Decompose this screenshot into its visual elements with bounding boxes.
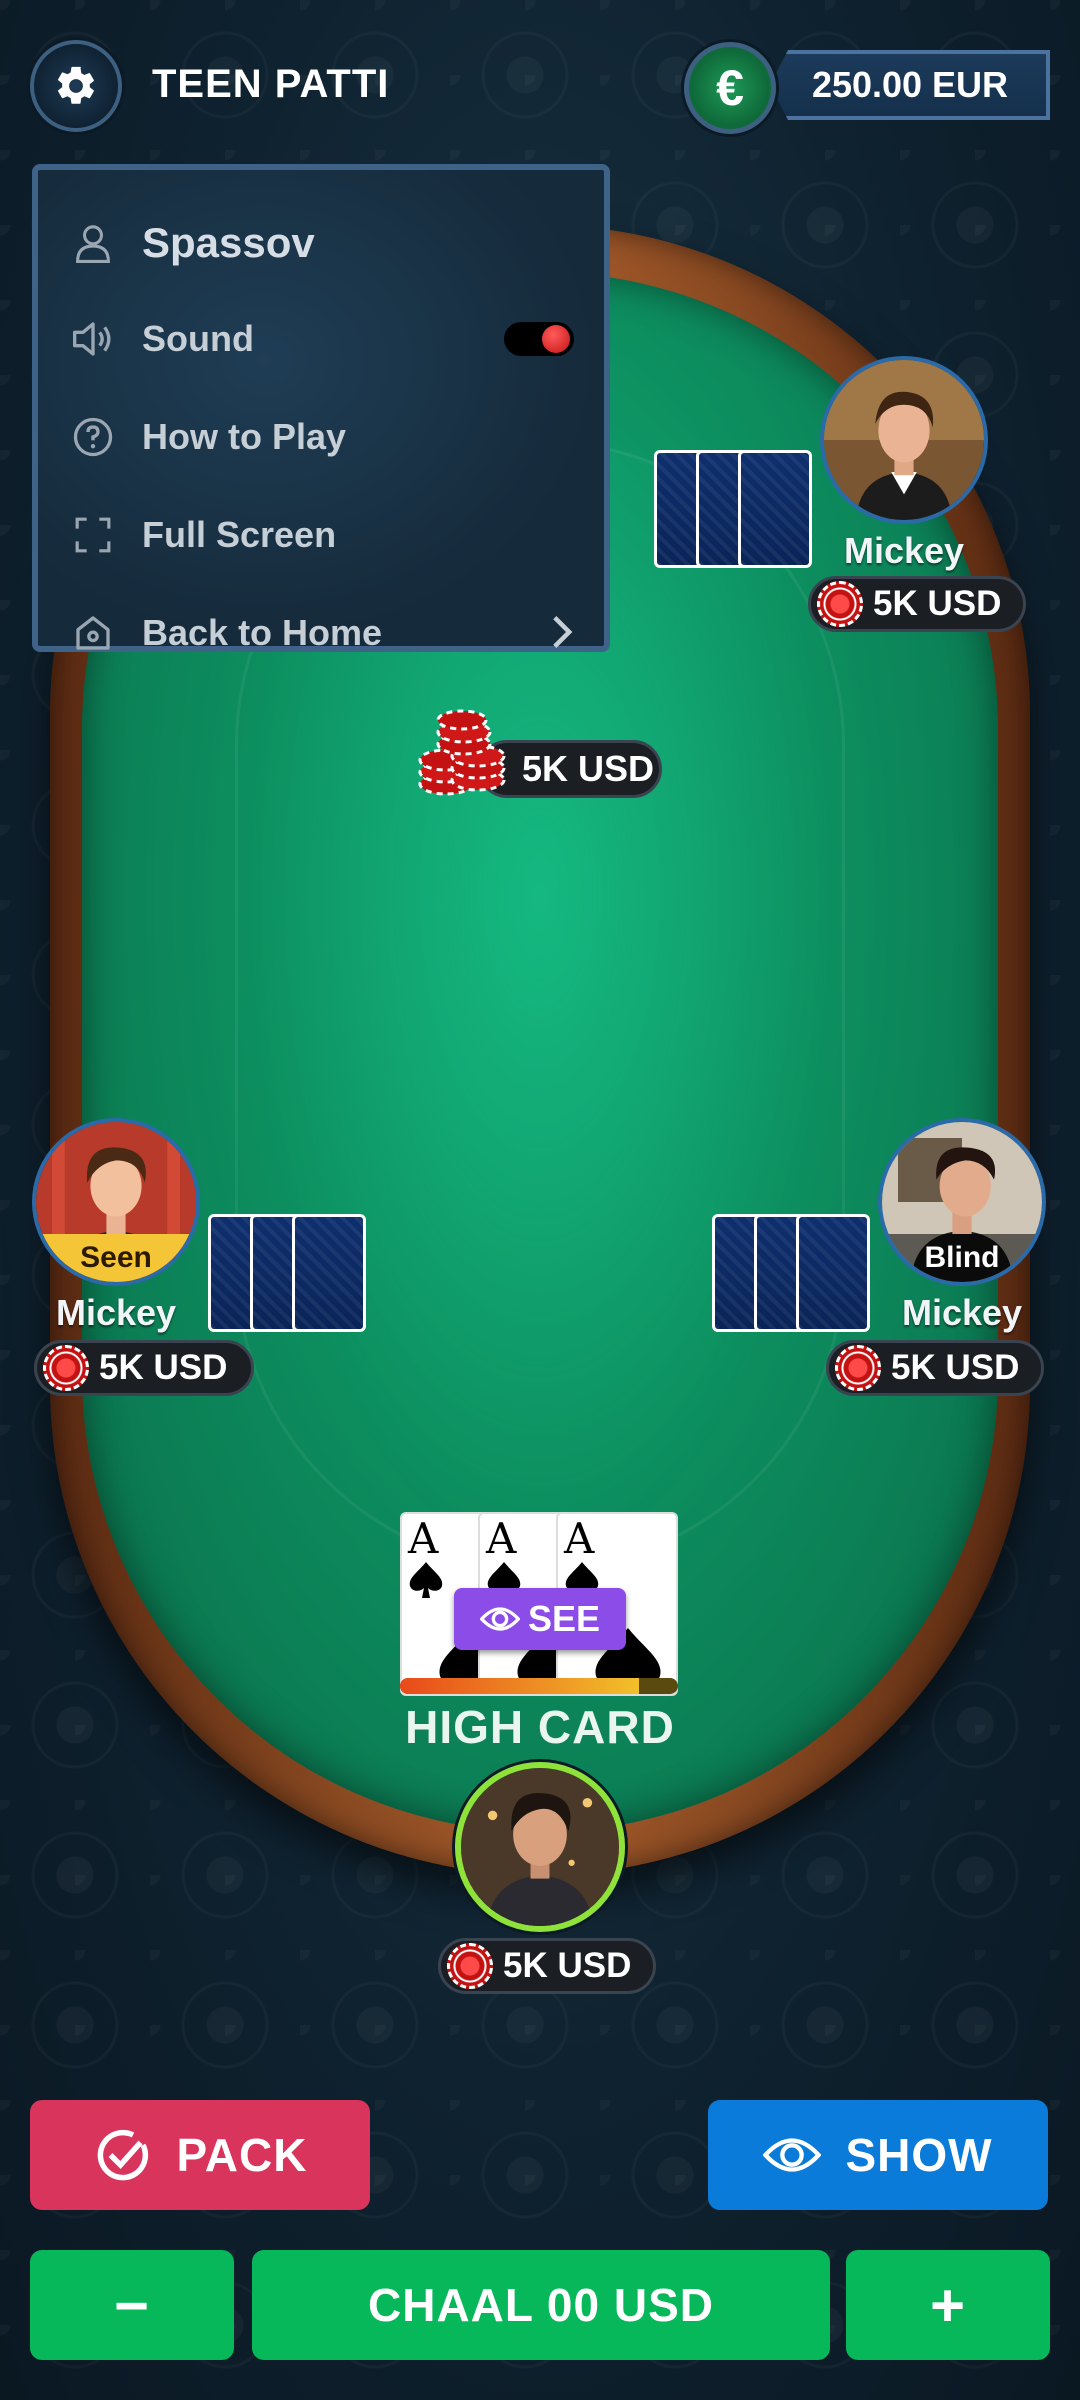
home-icon bbox=[68, 608, 118, 658]
player-right-avatar[interactable]: Blind bbox=[878, 1118, 1046, 1286]
menu-full-screen-label: Full Screen bbox=[142, 514, 337, 555]
card-rank: A bbox=[408, 1514, 439, 1563]
player-top-amount: 5K USD bbox=[808, 576, 1026, 632]
my-amount: 5K USD bbox=[438, 1938, 656, 1994]
chevron-right-icon bbox=[553, 616, 573, 648]
pot-amount-text: 5K USD bbox=[521, 748, 655, 789]
menu-username: Spassov bbox=[142, 219, 315, 266]
card-rank: A bbox=[564, 1514, 595, 1563]
turn-timer-bar bbox=[400, 1678, 678, 1694]
player-left-amount-text: 5K USD bbox=[99, 1348, 228, 1387]
menu-back-home-label: Back to Home bbox=[142, 612, 383, 653]
player-right-name: Mickey bbox=[901, 1292, 1023, 1333]
speaker-icon bbox=[68, 314, 118, 364]
decrease-bet-button[interactable]: − bbox=[30, 2250, 234, 2360]
player-right-amount: 5K USD bbox=[826, 1340, 1044, 1396]
pack-button[interactable]: PACK bbox=[30, 2100, 370, 2210]
menu-item-back-home[interactable]: Back to Home bbox=[68, 598, 574, 668]
player-top-amount-text: 5K USD bbox=[873, 584, 1002, 623]
see-cards-button[interactable]: SEE bbox=[454, 1588, 626, 1650]
card-back bbox=[738, 450, 812, 568]
spade-icon bbox=[409, 1562, 443, 1598]
app-title: TEEN PATTI bbox=[152, 62, 390, 106]
settings-menu: Spassov Sound How to Play Full Screen Ba… bbox=[32, 164, 610, 653]
menu-how-to-play-label: How to Play bbox=[142, 416, 347, 457]
pack-label: PACK bbox=[176, 2129, 308, 2181]
chip-icon bbox=[835, 1345, 881, 1391]
my-avatar[interactable] bbox=[455, 1762, 625, 1932]
sound-toggle[interactable] bbox=[504, 322, 574, 356]
eye-icon bbox=[479, 1607, 520, 1631]
increase-bet-button[interactable]: + bbox=[846, 2250, 1050, 2360]
card-back bbox=[292, 1214, 366, 1332]
menu-item-profile[interactable]: Spassov bbox=[68, 208, 574, 278]
see-label: SEE bbox=[527, 1598, 601, 1639]
fullscreen-icon bbox=[68, 510, 118, 560]
status-badge-blind: Blind bbox=[882, 1234, 1042, 1282]
player-left-avatar[interactable]: Seen bbox=[32, 1118, 200, 1286]
player-left-amount: 5K USD bbox=[34, 1340, 254, 1396]
card-back bbox=[796, 1214, 870, 1332]
balance-display: 250.00 EUR bbox=[770, 50, 1050, 120]
player-right-amount-text: 5K USD bbox=[891, 1348, 1020, 1387]
menu-item-full-screen[interactable]: Full Screen bbox=[68, 500, 574, 570]
show-label: SHOW bbox=[845, 2129, 993, 2181]
currency-button[interactable]: € bbox=[684, 42, 776, 134]
player-top-cards bbox=[654, 450, 812, 568]
player-top-name: Mickey bbox=[843, 530, 965, 571]
settings-button[interactable] bbox=[30, 40, 122, 132]
gear-icon bbox=[58, 66, 94, 104]
my-amount-text: 5K USD bbox=[503, 1946, 632, 1985]
player-left-name: Mickey bbox=[55, 1292, 177, 1333]
status-badge-seen: Seen bbox=[36, 1234, 196, 1282]
player-portrait-icon bbox=[824, 360, 984, 520]
user-icon bbox=[68, 218, 118, 268]
player-left-cards bbox=[208, 1214, 366, 1332]
card-rank: A bbox=[486, 1514, 517, 1563]
menu-item-sound[interactable]: Sound bbox=[68, 304, 574, 374]
check-circle-icon bbox=[93, 2125, 153, 2185]
chip-icon bbox=[817, 581, 863, 627]
hand-rank-label: HIGH CARD bbox=[405, 1701, 675, 1753]
menu-sound-label: Sound bbox=[142, 318, 254, 359]
help-icon bbox=[68, 412, 118, 462]
player-right-cards bbox=[712, 1214, 870, 1332]
menu-item-how-to-play[interactable]: How to Play bbox=[68, 402, 574, 472]
player-portrait-icon bbox=[461, 1768, 619, 1926]
show-button[interactable]: SHOW bbox=[708, 2100, 1048, 2210]
chip-icon bbox=[43, 1345, 89, 1391]
player-top-avatar[interactable] bbox=[820, 356, 988, 524]
chip-icon bbox=[447, 1943, 493, 1989]
turn-timer-fill bbox=[400, 1678, 640, 1694]
eye-icon bbox=[763, 2132, 822, 2178]
chaal-button[interactable]: CHAAL 00 USD bbox=[252, 2250, 830, 2360]
chip-stack-icon bbox=[418, 709, 506, 796]
